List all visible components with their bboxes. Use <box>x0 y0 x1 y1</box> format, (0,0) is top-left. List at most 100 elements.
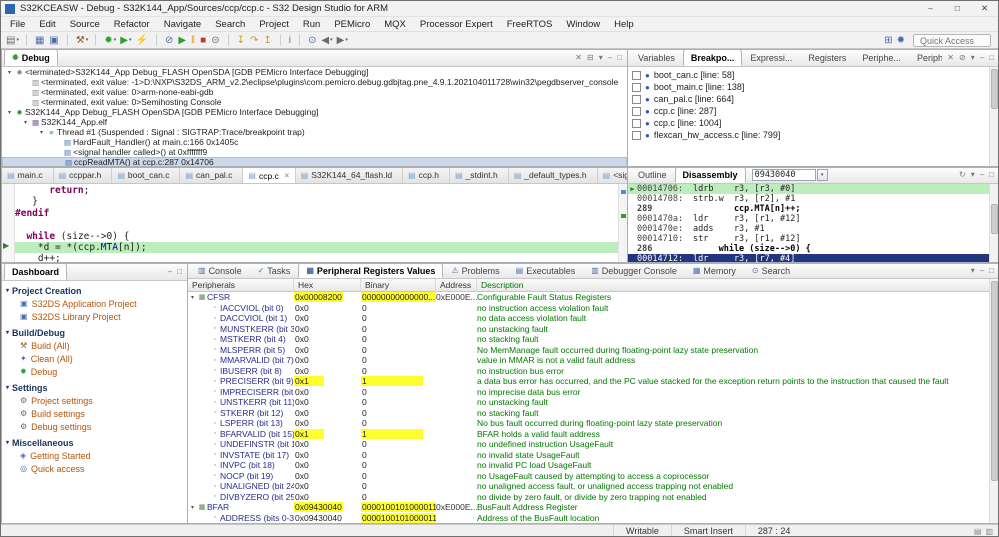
editor-tab[interactable]: ▤ can_pal.c <box>180 168 244 183</box>
disassembly-line[interactable]: 0001470e: adds r3, #1 <box>628 224 989 234</box>
disassembly-line[interactable]: 289 ccp.MTA[n]++; <box>628 204 989 214</box>
expand-arrow-icon[interactable]: ▾ <box>188 504 197 511</box>
editor-tab[interactable]: ▤ S32K144_64_flash.ld <box>295 168 404 183</box>
table-row[interactable]: ▫ BFARVALID (bit 15) 0x1 1 BFAR holds a … <box>188 428 989 440</box>
view-tab[interactable]: ✓ Tasks <box>250 264 299 278</box>
debug-tree-item[interactable]: ▥ <terminated, exit value: 0>arm-none-ea… <box>2 87 627 97</box>
table-row[interactable]: ▫ MSTKERR (bit 4) 0x0 0 no stacking faul… <box>188 334 989 345</box>
combo-dropdown-icon[interactable]: ▾ <box>816 169 828 181</box>
breakpoint-item[interactable]: ● flexcan_hw_access.c [line: 799] <box>628 129 989 141</box>
dashboard-item[interactable]: ▣ S32DS Library Project <box>6 310 187 323</box>
table-row[interactable]: ▫ INVSTATE (bit 17) 0x0 0 no invalid sta… <box>188 450 989 461</box>
breakpoint-item[interactable]: ● boot_main.c [line: 138] <box>628 81 989 93</box>
table-row[interactable]: ▫ IBUSERR (bit 8) 0x0 0 no instruction b… <box>188 366 989 377</box>
view-tab[interactable]: Breakpo... <box>682 50 743 66</box>
overview-ruler[interactable] <box>618 184 627 262</box>
debug-tree-item[interactable]: ▤ HardFault_Handler() at main.c:166 0x14… <box>2 137 627 147</box>
disassembly-line[interactable]: ▶ 00014706: ldrb r3, [r3, #0] <box>628 184 989 194</box>
collapse-all-icon[interactable]: ⊟ <box>587 50 594 66</box>
maximize-icon[interactable]: □ <box>617 50 622 66</box>
breakpoint-checkbox[interactable] <box>632 70 641 80</box>
editor-tab[interactable]: ▤ main.c <box>2 168 54 183</box>
table-row[interactable]: ▫ INVPC (bit 18) 0x0 0 no invalid PC loa… <box>188 460 989 471</box>
maximize-icon[interactable]: □ <box>989 264 994 279</box>
step-return-button[interactable]: ↥ <box>261 33 274 48</box>
view-tab[interactable]: ▥ Debugger Console <box>583 264 685 278</box>
menu-item[interactable]: Edit <box>32 19 62 30</box>
code-editor[interactable]: return; } #endif while (size-->0) { *d =… <box>15 184 618 262</box>
close-tab-icon[interactable]: ✕ <box>284 172 290 180</box>
scrollbar[interactable] <box>989 67 998 166</box>
breakpoint-item[interactable]: ● ccp.c [line: 1004] <box>628 117 989 129</box>
step-over-button[interactable]: ↷ <box>248 33 261 48</box>
maximize-icon[interactable]: □ <box>177 264 182 280</box>
menu-item[interactable]: PEMicro <box>327 19 377 30</box>
dashboard-section-build-debug[interactable]: ▾ Build/Debug <box>6 326 187 339</box>
menu-item[interactable]: Run <box>296 19 327 30</box>
separator[interactable] <box>21 33 33 48</box>
menu-item[interactable]: Refactor <box>107 19 157 30</box>
view-tab[interactable]: ▥ Console <box>190 264 250 278</box>
view-tab[interactable]: Expressi... <box>742 50 800 66</box>
breakpoint-checkbox[interactable] <box>632 130 641 140</box>
debug-button[interactable]: ✹ ▾ <box>102 33 118 48</box>
maximize-button[interactable]: □ <box>944 1 971 16</box>
flash-programmer-button[interactable]: ⚡ <box>133 33 150 48</box>
minimize-icon[interactable]: – <box>608 50 612 66</box>
minimize-icon[interactable]: – <box>168 264 172 280</box>
instruction-stepping-button[interactable]: i <box>287 33 294 48</box>
scrollbar[interactable] <box>989 184 998 262</box>
editor-tab[interactable]: ▤ ccp.h <box>403 168 450 183</box>
table-row[interactable]: ▫ PRECISERR (bit 9) 0x1 1 a data bus err… <box>188 376 989 387</box>
dashboard-item[interactable]: ⚙ Build settings <box>6 407 187 420</box>
table-row[interactable]: ▫ IACCVIOL (bit 0) 0x0 0 no instruction … <box>188 303 989 314</box>
breakpoint-checkbox[interactable] <box>632 118 641 128</box>
menu-item[interactable]: File <box>3 19 32 30</box>
separator[interactable] <box>275 33 287 48</box>
resume-button[interactable]: ▶ <box>176 33 189 48</box>
minimize-icon[interactable]: – <box>980 168 984 183</box>
expand-arrow-icon[interactable]: ▾ <box>37 129 46 136</box>
table-row[interactable]: ▫ UNSTKERR (bit 11) 0x0 0 no unstacking … <box>188 397 989 408</box>
view-tab[interactable]: ⊙ Search <box>744 264 798 278</box>
search-button[interactable]: ⊙ <box>306 33 319 48</box>
menu-item[interactable]: Navigate <box>157 19 209 30</box>
editor-tab[interactable]: ▤ _default_types.h <box>508 168 598 183</box>
menu-item[interactable]: MQX <box>377 19 413 30</box>
view-tab[interactable]: ⚠ Problems <box>443 264 507 278</box>
dashboard-item[interactable]: ⚙ Project settings <box>6 394 187 407</box>
separator[interactable] <box>223 33 235 48</box>
table-row[interactable]: ▫ DIVBYZERO (bit 25) 0x0 0 no divide by … <box>188 492 989 503</box>
view-tab[interactable]: ▤ Executables <box>508 264 584 278</box>
menu-item[interactable]: Window <box>559 19 607 30</box>
dashboard-item[interactable]: ✹ Debug <box>6 365 187 378</box>
disassembly-line[interactable]: 00014712: ldr r3, [r7, #4] <box>628 254 989 262</box>
view-menu-icon[interactable]: ▾ <box>599 50 603 66</box>
view-tab[interactable]: Periphe... <box>909 50 942 66</box>
view-tab[interactable]: Disassembly <box>674 168 746 183</box>
tab-debug[interactable]: ✹ Debug <box>4 50 58 66</box>
column-header[interactable]: Address <box>436 278 477 292</box>
dashboard-section-settings[interactable]: ▾ Settings <box>6 381 187 394</box>
breakpoint-item[interactable]: ● ccp.c [line: 287] <box>628 105 989 117</box>
minimize-icon[interactable]: – <box>980 50 984 66</box>
step-into-button[interactable]: ↧ <box>235 33 248 48</box>
scrollbar-thumb[interactable] <box>991 204 998 234</box>
dashboard-item[interactable]: ◎ Quick access <box>6 462 187 475</box>
refresh-icon[interactable]: ↻ <box>959 168 966 183</box>
close-button[interactable]: ✕ <box>971 1 998 16</box>
separator[interactable] <box>151 33 163 48</box>
menu-item[interactable]: FreeRTOS <box>500 19 560 30</box>
dashboard-section-project-creation[interactable]: ▾ Project Creation <box>6 284 187 297</box>
maximize-icon[interactable]: □ <box>989 50 994 66</box>
menu-item[interactable]: Processor Expert <box>413 19 500 30</box>
breakpoint-checkbox[interactable] <box>632 94 641 104</box>
tab-dashboard[interactable]: Dashboard <box>4 264 68 280</box>
separator[interactable] <box>62 33 74 48</box>
disassembly-line[interactable]: 0001470a: ldr r3, [r1, #12] <box>628 214 989 224</box>
skip-all-breakpoints-button[interactable]: ⊘ <box>163 33 176 48</box>
debug-tree-item[interactable]: ▾ ✹ <terminated>S32K144_App Debug_FLASH … <box>2 67 627 77</box>
editor-tab[interactable]: ▤ ccppar.h <box>53 168 113 183</box>
remove-breakpoint-icon[interactable]: ✕ <box>947 50 954 66</box>
quick-access-button[interactable]: Quick Access <box>912 33 991 47</box>
